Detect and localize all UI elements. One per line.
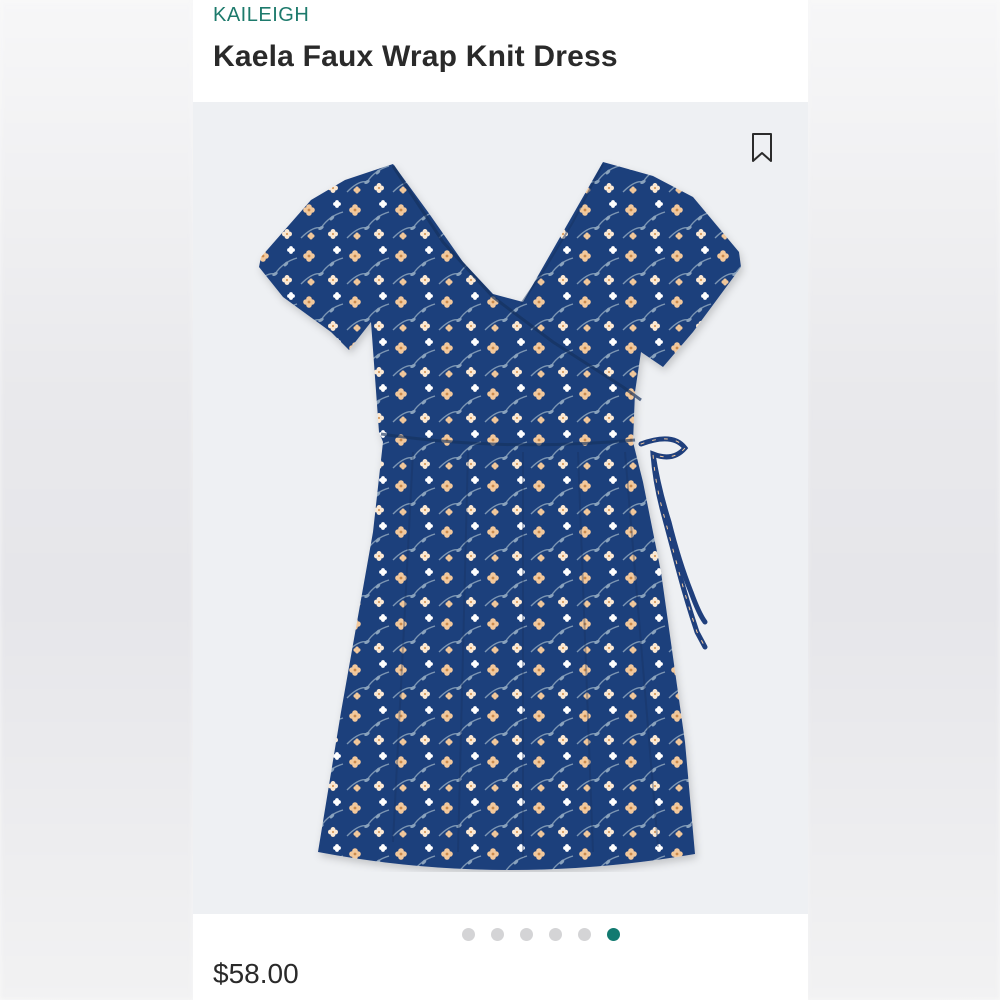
carousel-dot-5[interactable] <box>577 928 591 941</box>
blurred-side-right <box>807 0 1000 1000</box>
carousel-dot-2[interactable] <box>490 928 504 941</box>
product-title: Kaela Faux Wrap Knit Dress <box>213 40 618 73</box>
blurred-side-left <box>0 0 193 1000</box>
carousel-dots <box>193 928 808 944</box>
carousel-dot-6[interactable] <box>606 928 620 941</box>
carousel-dot-3[interactable] <box>519 928 533 941</box>
product-price: $58.00 <box>213 958 299 989</box>
product-card: KAILEIGH Kaela Faux Wrap Knit Dress $58.… <box>193 0 808 1000</box>
bookmark-icon[interactable] <box>750 132 774 164</box>
carousel-dot-4[interactable] <box>548 928 562 941</box>
carousel-dot-1[interactable] <box>461 928 475 941</box>
brand-name[interactable]: KAILEIGH <box>213 4 309 27</box>
dress-image <box>259 162 741 871</box>
product-image-area[interactable] <box>193 102 808 914</box>
